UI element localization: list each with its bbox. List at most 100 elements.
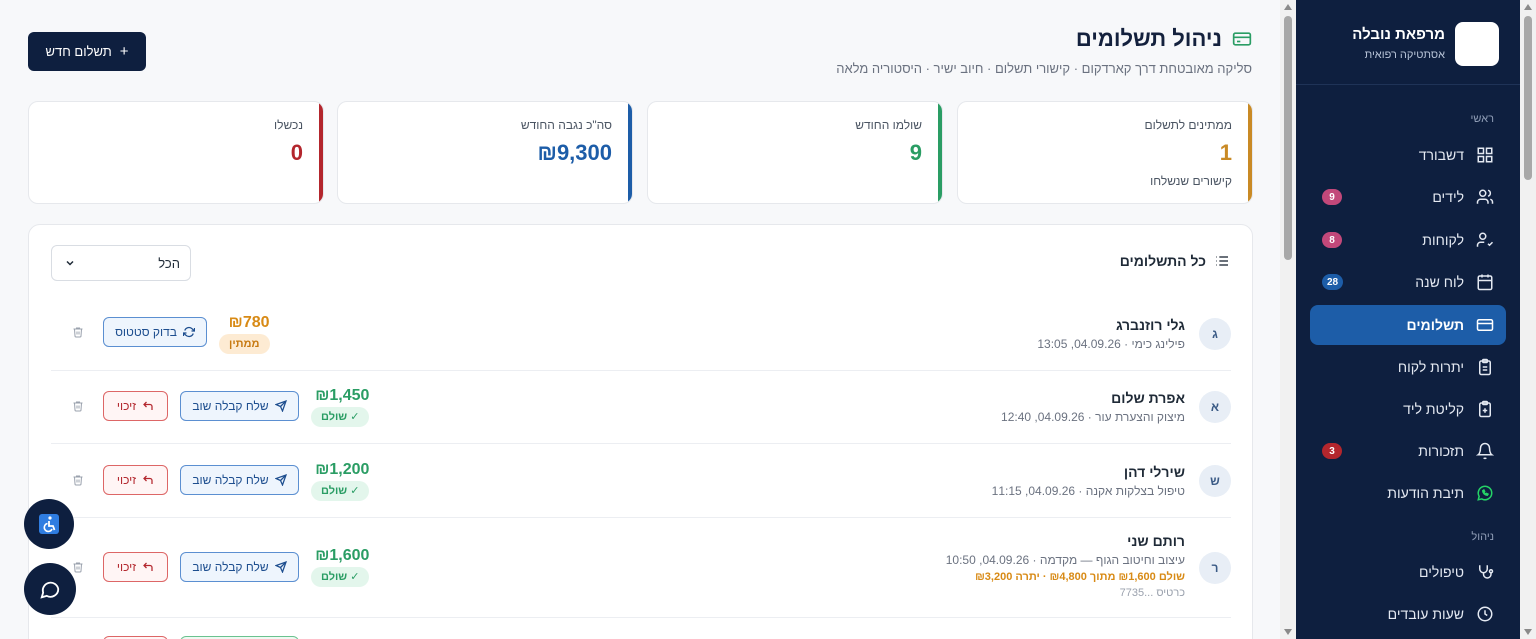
refund-button[interactable]: זיכוי [103, 552, 168, 582]
trash-icon[interactable] [72, 561, 84, 573]
sidebar-item-staff-hours[interactable]: שעות עובדים [1310, 594, 1506, 634]
amount-block: ₪780 ממתין [219, 313, 270, 354]
new-payment-button[interactable]: + תשלום חדש [28, 32, 146, 71]
sidebar-item-label: יתרות לקוח [1397, 359, 1464, 375]
chat-bubble-icon [40, 581, 60, 599]
sidebar-item-label: קליטת ליד [1403, 401, 1464, 417]
check-status-button[interactable]: בדוק סטטוס [103, 317, 207, 347]
panel-header: כל התשלומים [1120, 253, 1230, 269]
trash-icon[interactable] [72, 326, 84, 338]
section-label-manage: ניהול [1471, 531, 1494, 543]
sidebar-item-reminders[interactable]: תזכורות 3 [1310, 431, 1506, 471]
amount-block: ₪1,450 ✓ שולם [311, 386, 370, 427]
stat-card-pending: ממתינים לתשלום 1 קישורים שנשלחו [957, 101, 1253, 204]
sidebar-item-label: לקוחות [1422, 232, 1464, 248]
brand-logo [1455, 22, 1499, 66]
panel-title: כל התשלומים [1119, 253, 1206, 269]
check-status-label: בדוק סטטוס [115, 325, 177, 339]
stat-value: 9 [909, 140, 922, 165]
payment-info: שירלי דהן טיפול בצלקות אקנה · 04.09.26, … [992, 463, 1185, 499]
undo-icon [143, 562, 153, 571]
payment-amount: ₪1,600 [315, 547, 370, 564]
accessibility-button[interactable] [24, 499, 74, 549]
resend-receipt-label: שלח קבלה שוב [192, 560, 269, 574]
sidebar-item-label: תשלומים [1406, 317, 1464, 333]
status-filter-select[interactable]: הכל [51, 245, 191, 281]
avatar: א [1199, 391, 1231, 423]
main-content: ניהול תשלומים סליקה מאובטחת דרך קארדקום … [0, 0, 1280, 639]
plus-icon: + [119, 43, 129, 60]
clock-icon [1476, 605, 1494, 623]
brand: מרפאת נובלה אסתטיקה רפואית [1296, 0, 1520, 85]
undo-icon [143, 475, 153, 484]
table-row: ג גלי רוזנברג פילינג כימי · 04.09.26, 13… [51, 297, 1231, 371]
status-badge: ✓ שולם [311, 481, 370, 501]
sidebar-item-balances[interactable]: יתרות לקוח [1310, 347, 1506, 387]
trash-icon[interactable] [72, 474, 84, 486]
sidebar-item-lead-intake[interactable]: קליטת ליד [1310, 389, 1506, 429]
stat-card-total: סה"כ נגבה החודש ₪9,300 [337, 101, 633, 204]
payment-info: גלי רוזנברג פילינג כימי · 04.09.26, 13:0… [1037, 316, 1185, 352]
credit-card-icon [1476, 316, 1494, 334]
bell-icon [1476, 442, 1494, 460]
stat-value: 1 [1219, 140, 1232, 165]
payment-info: רותם שני עיצוב וחיטוב הגוף — מקדמה · 04.… [946, 532, 1185, 601]
resend-receipt-button[interactable]: שלח קבלה שוב [180, 552, 299, 582]
sidebar-item-calendar[interactable]: לוח שנה 28 [1310, 262, 1506, 302]
stat-accent [938, 102, 942, 203]
send-icon [274, 474, 287, 486]
stat-accent [319, 102, 323, 203]
main-scrollbar[interactable] [1280, 0, 1296, 639]
scroll-down-arrow[interactable] [1284, 629, 1292, 635]
sidebar-item-label: לוח שנה [1415, 274, 1464, 290]
sidebar-item-payments[interactable]: תשלומים [1310, 305, 1506, 345]
amount-block: ₪1,600 ✓ שולם [311, 546, 370, 587]
accessibility-icon [39, 514, 59, 534]
send-icon [274, 561, 287, 573]
table-row [51, 618, 1231, 639]
refund-button[interactable]: זיכוי [103, 391, 168, 421]
scroll-thumb[interactable] [1524, 16, 1532, 180]
avatar: ר [1199, 552, 1231, 584]
sidebar-scrollbar[interactable] [1520, 0, 1536, 639]
payment-meta: מיצוק והצערת עור · 04.09.26, 12:40 [1001, 410, 1185, 424]
status-badge: ✓ שולם [311, 407, 370, 427]
send-icon [274, 400, 287, 412]
calendar-icon [1476, 273, 1494, 291]
scroll-down-arrow[interactable] [1524, 629, 1532, 635]
sidebar-item-inbox[interactable]: תיבת הודעות [1310, 473, 1506, 513]
resend-receipt-button[interactable]: שלח קבלה שוב [180, 391, 299, 421]
avatar: ג [1199, 318, 1231, 350]
refund-label: זיכוי [116, 399, 137, 413]
chat-button[interactable] [24, 563, 76, 615]
brand-name: מרפאת נובלה [1352, 26, 1445, 43]
user-check-icon [1476, 231, 1494, 249]
sidebar-item-dashboard[interactable]: דשבורד [1310, 135, 1506, 175]
refund-label: זיכוי [116, 560, 137, 574]
payment-meta: עיצוב וחיטוב הגוף — מקדמה · 04.09.26, 10… [945, 553, 1185, 567]
stat-label: ממתינים לתשלום [1144, 118, 1232, 132]
page-title-text: ניהול תשלומים [1075, 26, 1222, 51]
payments-panel: כל התשלומים הכל ג גלי רוזנברג פילינג כימ… [28, 224, 1253, 639]
scroll-up-arrow[interactable] [1284, 4, 1292, 10]
count-badge: 3 [1322, 443, 1342, 459]
scroll-up-arrow[interactable] [1524, 4, 1532, 10]
scroll-thumb[interactable] [1284, 16, 1292, 260]
sidebar-item-leads[interactable]: לידים 9 [1310, 177, 1506, 217]
sidebar-item-clients[interactable]: לקוחות 8 [1310, 220, 1506, 260]
refund-button[interactable]: זיכוי [103, 465, 168, 495]
stat-value: 0 [290, 140, 303, 165]
grid-icon [1476, 146, 1494, 164]
amount-block: ₪1,200 ✓ שולם [311, 460, 370, 501]
table-row: א אפרת שלום מיצוק והצערת עור · 04.09.26,… [51, 371, 1231, 444]
resend-receipt-button[interactable]: שלח קבלה שוב [180, 465, 299, 495]
client-name: שירלי דהן [1123, 464, 1185, 480]
users-icon [1476, 188, 1494, 206]
client-name: אפרת שלום [1111, 390, 1185, 406]
stat-card-failed: נכשלו 0 [28, 101, 324, 204]
sidebar-item-treatments[interactable]: טיפולים [1310, 552, 1506, 592]
trash-icon[interactable] [72, 400, 84, 412]
stat-label: סה"כ נגבה החודש [520, 118, 612, 132]
sidebar: מרפאת נובלה אסתטיקה רפואית ראשי דשבורד ל… [1296, 0, 1520, 639]
sidebar-item-label: לידים [1432, 189, 1464, 205]
